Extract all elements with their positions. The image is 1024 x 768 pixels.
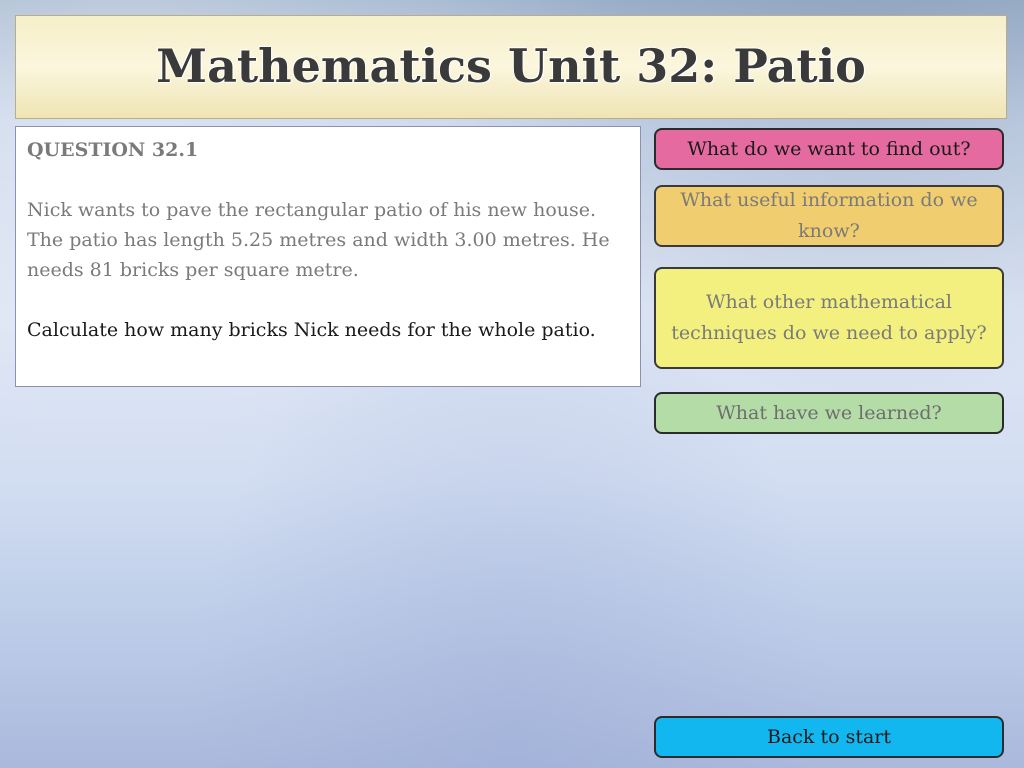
back-to-start-label: Back to start [766,725,892,748]
title-banner: Mathematics Unit 32: Patio [15,15,1007,119]
useful-information-button[interactable]: What useful information do we know? [654,185,1004,247]
find-out-button[interactable]: What do we want to find out? [654,128,1004,170]
useful-information-label: What useful information do we know? [680,189,978,242]
question-heading: QUESTION 32.1 [27,139,199,161]
techniques-label: What other mathematical techniques do we… [671,291,987,344]
learned-button[interactable]: What have we learned? [654,392,1004,434]
question-task: Calculate how many bricks Nick needs for… [27,319,596,341]
learned-label: What have we learned? [716,401,942,424]
back-to-start-button[interactable]: Back to start [654,716,1004,758]
question-panel: QUESTION 32.1 Nick wants to pave the rec… [15,126,641,387]
techniques-button[interactable]: What other mathematical techniques do we… [654,267,1004,369]
find-out-label: What do we want to find out? [687,137,971,160]
question-body: Nick wants to pave the rectangular patio… [27,199,610,281]
page-title: Mathematics Unit 32: Patio [156,39,866,93]
